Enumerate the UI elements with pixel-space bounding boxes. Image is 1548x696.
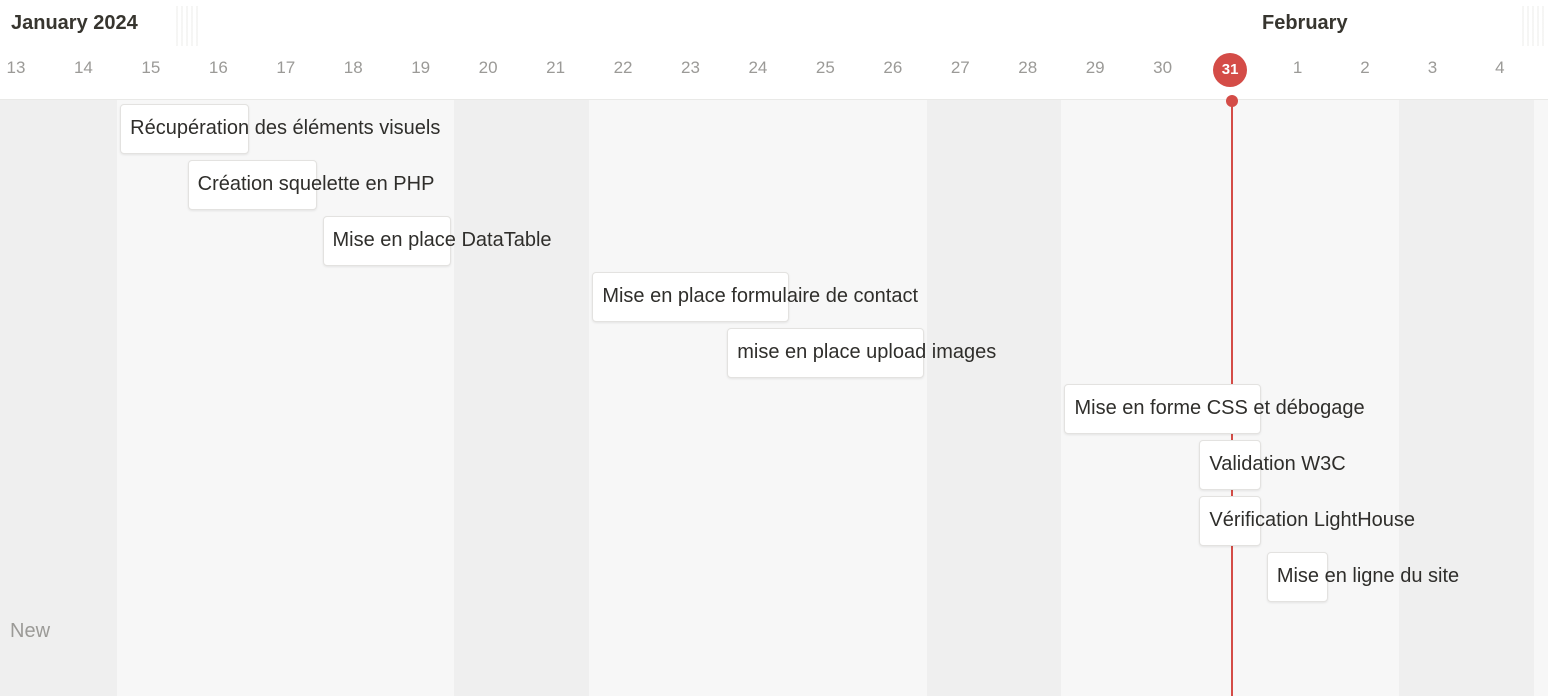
day-label: 23 [681,58,700,77]
day-label: 1 [1292,58,1303,77]
new-item-button[interactable]: New [10,620,50,643]
day-label: 20 [478,58,498,77]
day-label: 27 [950,58,970,77]
day-label: 3 [1427,58,1438,77]
task-title: Mise en place formulaire de contact [602,285,919,307]
weekend-column-shade [0,100,118,696]
timeline-header: January 2024 February 13 14 15 16 17 18 19 20 21… [0,0,1548,100]
task-title: Récupération des éléments visuels [130,117,441,139]
day-label: 28 [1018,58,1038,77]
day-label: 24 [748,58,768,77]
weekend-column-shade [1398,100,1534,696]
day-label: 19 [411,58,431,77]
day-label: 14 [73,58,93,77]
day-label: 2 [1360,58,1370,77]
day-label: 22 [613,58,633,77]
weekend-column-shade [926,100,1062,696]
month-label-february: February [1262,12,1348,34]
day-label: 18 [343,58,363,77]
task-title: mise en place upload images [737,341,997,363]
day-label: 16 [208,58,228,77]
task-title: Création squelette en PHP [197,173,435,195]
day-label: 26 [883,58,903,77]
day-label: 4 [1495,58,1505,77]
drag-handle-icon[interactable] [176,6,198,46]
month-label-january: January 2024 [11,12,138,34]
task-title: Mise en ligne du site [1276,565,1460,587]
day-label: 30 [1153,58,1173,77]
task-title: Validation W3C [1209,453,1346,475]
timeline-view: January 2024 February 13 14 15 16 17 18 19 20 21… [0,0,1548,696]
weekend-column-shade [454,100,590,696]
today-badge: 31 [1213,53,1248,87]
task-title: Mise en forme CSS et débogage [1074,397,1365,419]
day-label: 15 [141,58,161,77]
day-label: 13 [6,58,26,77]
task-title: Vérification LightHouse [1209,509,1416,531]
day-label: 29 [1085,58,1105,77]
day-label: 21 [546,58,566,77]
day-label: 17 [276,58,296,77]
day-label: 25 [815,58,835,77]
today-dot-icon [1226,95,1239,107]
drag-handle-icon[interactable] [1522,6,1544,46]
task-title: Mise en place DataTable [332,229,552,251]
